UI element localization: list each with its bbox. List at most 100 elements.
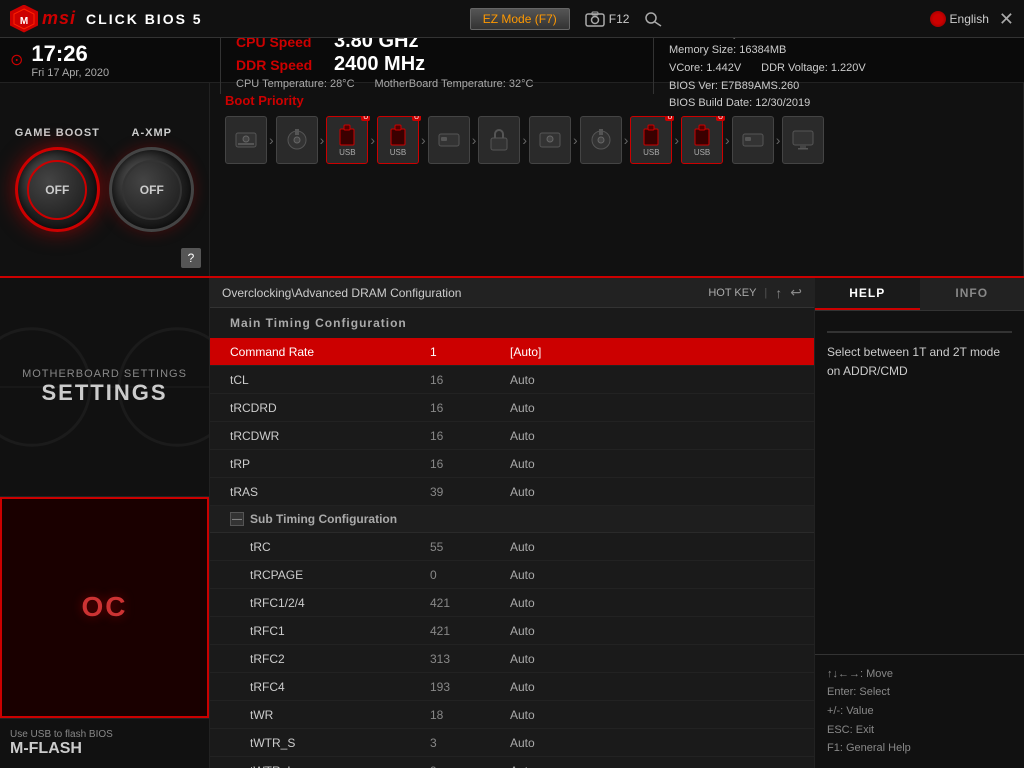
table-row[interactable]: tCL 16 Auto [210,366,814,394]
boot-device-hdd[interactable] [225,116,267,164]
row-setting: Auto [510,485,794,499]
row-value: 421 [430,596,510,610]
table-row[interactable]: tRCDWR 16 Auto [210,422,814,450]
card-icon [437,127,461,151]
msi-dragon-icon: M [10,5,38,33]
boot-devices: › › U USB › U [225,116,1008,164]
row-name: tRC [230,540,430,554]
boot-device-usb4[interactable]: U USB [681,116,723,164]
sub-timing-toggle[interactable]: — [230,512,244,526]
main-content: Motherboard settings SETTINGS OC Use USB… [0,278,1024,768]
nav-hint: Enter: Select [827,683,1012,702]
nav-hint: +/-: Value [827,702,1012,721]
boot-device-1 [225,116,267,164]
sidebar-item-mflash[interactable]: Use USB to flash BIOS M-FLASH [0,718,209,768]
table-row[interactable]: tRCPAGE 0 Auto [210,561,814,589]
boot-device-11 [732,116,774,164]
sidebar-item-settings[interactable]: Motherboard settings SETTINGS [0,278,209,497]
msi-logo: M msi [10,5,76,33]
game-boost-knob[interactable]: OFF [15,147,100,232]
separator-bar: | [764,287,767,299]
row-value: 1 [430,345,510,359]
boot-priority-title: Boot Priority [225,93,1008,108]
row-setting: Auto [510,373,794,387]
row-name: tRFC2 [230,652,430,666]
boot-device-usb2[interactable]: U USB [377,116,419,164]
row-setting: Auto [510,401,794,415]
boot-device-disc2[interactable] [580,116,622,164]
game-boost-label: GAME BOOST [15,127,100,139]
settings-main-label: SETTINGS [41,380,167,406]
boot-device-card2[interactable] [732,116,774,164]
row-setting: Auto [510,429,794,443]
arrow-5: › [470,132,479,148]
ddr-speed-label: DDR Speed [236,57,326,73]
language-button[interactable]: English [930,11,989,27]
axmp-knob-inner: OFF [122,160,182,220]
time-display: 17:26 [31,41,109,67]
table-row[interactable]: tRFC1/2/4 421 Auto [210,589,814,617]
table-row[interactable]: tRCDRD 16 Auto [210,394,814,422]
device-label-10: USB [694,148,710,157]
row-value: 55 [430,540,510,554]
table-row[interactable]: tRAS 39 Auto [210,478,814,506]
boot-device-12 [782,116,824,164]
boot-device-4: U USB [377,116,419,164]
table-row[interactable]: tWTR_L 9 Auto [210,757,814,768]
table-row[interactable]: tRC 55 Auto [210,533,814,561]
boot-device-card[interactable] [428,116,470,164]
status-bar: ⊙ 17:26 Fri 17 Apr, 2020 CPU Speed 3.80 … [0,38,1024,83]
table-row[interactable]: tWTR_S 3 Auto [210,729,814,757]
table-row[interactable]: tRP 16 Auto [210,450,814,478]
topbar: M msi CLICK BIOS 5 EZ Mode (F7) F12 Engl… [0,0,1024,38]
arrow-11: › [774,132,783,148]
boot-device-disc[interactable] [276,116,318,164]
tab-info[interactable]: INFO [920,278,1024,310]
boot-device-9: U USB [630,116,672,164]
sub-timing-name: Sub Timing Configuration [250,512,397,526]
boot-device-monitor[interactable] [782,116,824,164]
row-name: tRCDWR [230,429,430,443]
row-setting: Auto [510,624,794,638]
game-boost-knob-inner: OFF [27,160,87,220]
row-setting: Auto [510,596,794,610]
row-setting: Auto [510,708,794,722]
arrow-10: › [723,132,732,148]
row-setting: Auto [510,457,794,471]
axmp-knob[interactable]: OFF [109,147,194,232]
top-center: EZ Mode (F7) F12 [470,8,663,30]
close-button[interactable]: ✕ [999,10,1014,28]
boot-device-usb3[interactable]: U USB [630,116,672,164]
ez-mode-button[interactable]: EZ Mode (F7) [470,8,570,30]
boot-device-2 [276,116,318,164]
settings-sub-label: Motherboard settings [22,368,187,380]
row-name: tCL [230,373,430,387]
screenshot-button[interactable]: F12 [585,11,630,27]
row-value: 313 [430,652,510,666]
mflash-sub-label: Use USB to flash BIOS [10,729,199,740]
boot-device-usb1[interactable]: U USB [326,116,368,164]
row-name: tWTR_L [230,764,430,768]
table-row[interactable]: tRFC4 193 Auto [210,673,814,701]
table-row[interactable]: tWR 18 Auto [210,701,814,729]
row-name: Command Rate [230,345,430,359]
language-label: English [950,12,989,26]
right-separator-top [827,331,1012,333]
hdd2-icon [538,127,562,151]
row-name: tWTR_S [230,736,430,750]
table-row[interactable]: tRFC1 421 Auto [210,617,814,645]
boot-device-hdd2[interactable] [529,116,571,164]
row-setting: Auto [510,540,794,554]
return-icon[interactable]: ↩ [790,284,802,301]
table-row[interactable]: tRFC2 313 Auto [210,645,814,673]
search-button[interactable] [644,11,662,27]
table-row[interactable]: Command Rate 1 [Auto] [210,338,814,366]
ddr-speed-row: DDR Speed 2400 MHz [236,53,638,76]
boot-device-5 [428,116,470,164]
tab-help[interactable]: HELP [815,278,920,310]
back-icon[interactable]: ↑ [775,285,782,301]
row-name: tRFC1/2/4 [230,596,430,610]
help-question-button[interactable]: ? [181,248,201,268]
sidebar-item-oc[interactable]: OC [0,497,209,719]
boot-device-lock[interactable] [478,116,520,164]
